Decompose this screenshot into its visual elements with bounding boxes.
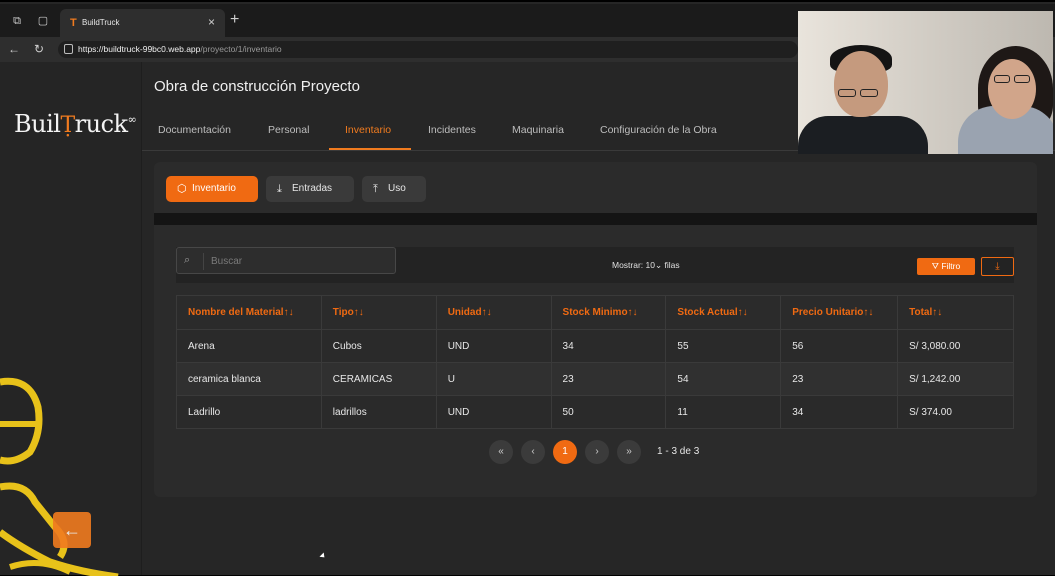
table-toolbar: ⌕ Mostrar: 10⌄ filas ⛛ Filtro ⤓ (176, 247, 1014, 283)
cell: S/ 3,080.00 (897, 329, 1014, 363)
buildtruck-logo[interactable]: BuilṬruck∞ (14, 110, 137, 138)
search-box: ⌕ (176, 247, 396, 274)
first-page-button[interactable]: « (489, 440, 513, 464)
active-tab-indicator (329, 148, 411, 150)
tab-actions-icon[interactable]: ▢ (36, 14, 50, 28)
cell: 34 (550, 329, 667, 363)
close-tab-icon[interactable]: × (208, 15, 215, 29)
rows-per-page-select[interactable]: 10 (646, 260, 655, 270)
subtab-inventario-button[interactable]: ⬡ Inventario (166, 176, 258, 202)
col-unidad[interactable]: Unidad↑↓ (435, 295, 552, 330)
tab-incidentes[interactable]: Incidentes (428, 124, 476, 136)
arrow-left-icon: ← (63, 520, 81, 540)
download-icon: ⤓ (995, 261, 1000, 272)
page-button-current[interactable]: 1 (553, 440, 577, 464)
next-page-button[interactable]: › (585, 440, 609, 464)
cell: U (435, 362, 552, 396)
favicon-icon: T (70, 17, 77, 29)
tab-documentacion[interactable]: Documentación (158, 124, 231, 136)
prev-page-button[interactable]: ‹ (521, 440, 545, 464)
table-row[interactable]: ceramica blanca CERAMICAS U 23 54 23 S/ … (176, 362, 1014, 396)
webcam-overlay (798, 11, 1053, 154)
logo-mark-icon: ∞ (127, 113, 137, 126)
reload-icon[interactable]: ↻ (34, 42, 44, 56)
tab-maquinaria[interactable]: Maquinaria (512, 124, 564, 136)
search-input[interactable] (211, 252, 387, 270)
app-frame: ⧉ ▢ T BuildTruck × + ← ↻ https://buildtr… (0, 0, 1055, 576)
cell: ceramica blanca (176, 362, 322, 396)
inventory-card: ⬡Inventario ⤓Entradas ⤒Uso ⌕ Mostrar: 10… (154, 162, 1037, 497)
crane-icon: Ṭ (60, 113, 75, 138)
cell: Arena (176, 329, 322, 363)
table-header-row: Nombre del Material↑↓ Tipo↑↓ Unidad↑↓ St… (176, 295, 1014, 330)
page-title: Obra de construcción Proyecto (154, 78, 360, 95)
cell: 23 (780, 362, 899, 396)
cell: ladrillos (320, 395, 437, 429)
cell: 11 (665, 395, 782, 429)
browser-tab-title: BuildTruck (82, 18, 120, 27)
collapse-sidebar-button[interactable]: ← (53, 512, 91, 548)
filter-icon: ⛛ (931, 261, 942, 271)
col-tipo[interactable]: Tipo↑↓ (320, 295, 437, 330)
url-host: https://buildtruck-99bc0.web.app (78, 44, 201, 54)
cell: S/ 1,242.00 (897, 362, 1014, 396)
last-page-button[interactable]: » (617, 440, 641, 464)
cell: 23 (550, 362, 667, 396)
filter-button[interactable]: ⛛ Filtro (917, 258, 975, 275)
tab-personal[interactable]: Personal (268, 124, 309, 136)
col-nombre[interactable]: Nombre del Material↑↓ (176, 295, 322, 330)
cell: CERAMICAS (320, 362, 437, 396)
cell: 50 (550, 395, 667, 429)
url-path: /proyecto/1/inventario (200, 44, 282, 54)
url-field[interactable]: https://buildtruck-99bc0.web.app/proyect… (58, 41, 798, 58)
col-stock-minimo[interactable]: Stock Minimo↑↓ (550, 295, 667, 330)
workspaces-icon[interactable]: ⧉ (10, 14, 24, 28)
tab-configuracion[interactable]: Configuración de la Obra (600, 124, 717, 136)
cell: UND (435, 329, 552, 363)
cell: UND (435, 395, 552, 429)
pagination-info: 1 - 3 de 3 (657, 446, 700, 457)
new-tab-icon[interactable]: + (230, 12, 239, 28)
sidebar: BuilṬruck∞ ← (0, 62, 142, 576)
subtab-uso-button[interactable]: ⤒ Uso (362, 176, 426, 202)
subtab-entradas-button[interactable]: ⤓ Entradas (266, 176, 354, 202)
inventory-table: Nombre del Material↑↓ Tipo↑↓ Unidad↑↓ St… (176, 295, 1014, 429)
chevron-down-icon: ⌄ (655, 260, 663, 270)
cell: 54 (665, 362, 782, 396)
download-icon: ⤓ (277, 183, 282, 195)
box-icon: ⬡ (177, 183, 187, 195)
divider-strip (154, 213, 1037, 225)
col-stock-actual[interactable]: Stock Actual↑↓ (665, 295, 782, 330)
table-row[interactable]: Arena Cubos UND 34 55 56 S/ 3,080.00 (176, 329, 1014, 363)
cell: S/ 374.00 (897, 395, 1014, 429)
table-row[interactable]: Ladrillo ladrillos UND 50 11 34 S/ 374.0… (176, 395, 1014, 429)
person-1 (798, 116, 928, 154)
col-total[interactable]: Total↑↓ (897, 295, 1014, 330)
cell: 56 (780, 329, 899, 363)
cell: 34 (780, 395, 899, 429)
cell: Cubos (320, 329, 437, 363)
lock-icon (64, 44, 73, 54)
cell: 55 (665, 329, 782, 363)
export-button[interactable]: ⤓ (981, 257, 1014, 276)
back-icon[interactable]: ← (8, 42, 20, 56)
cell: Ladrillo (176, 395, 322, 429)
tab-inventario[interactable]: Inventario (345, 124, 391, 136)
rows-per-page[interactable]: Mostrar: 10⌄ filas (612, 260, 680, 271)
upload-icon: ⤒ (373, 183, 378, 195)
col-precio-unitario[interactable]: Precio Unitario↑↓ (780, 295, 899, 330)
browser-tab[interactable]: T BuildTruck × (60, 9, 225, 37)
search-icon: ⌕ (184, 254, 191, 266)
